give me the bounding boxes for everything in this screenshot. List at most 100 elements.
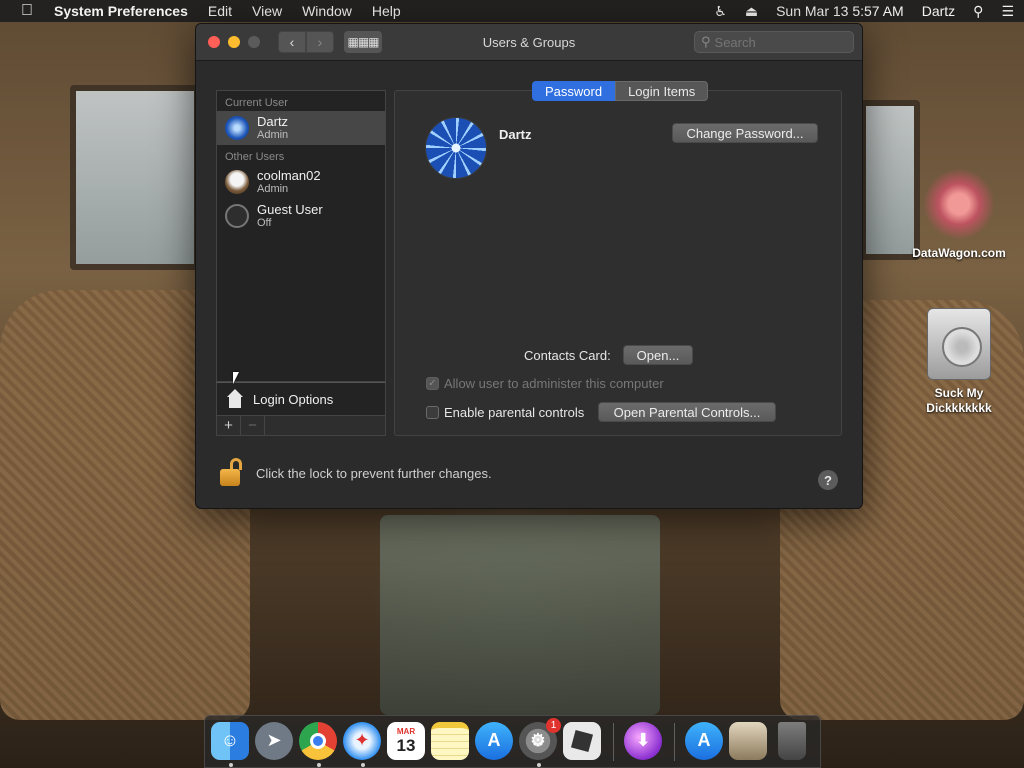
lock-icon[interactable] xyxy=(220,458,242,488)
show-all-grid-button[interactable]: ▦▦▦ xyxy=(344,31,382,53)
users-groups-window: ‹ › ▦▦▦ Users & Groups ⚲ Current User Da… xyxy=(195,23,863,509)
dock-roblox[interactable] xyxy=(563,721,603,762)
user-role: Admin xyxy=(257,182,289,195)
dock-chrome[interactable] xyxy=(299,721,339,767)
chrome-icon xyxy=(299,721,337,760)
allow-admin-checkbox[interactable]: ✓ xyxy=(426,377,439,390)
add-user-button[interactable]: + xyxy=(217,416,241,435)
apple-icon[interactable]:  xyxy=(10,2,44,20)
menu-edit[interactable]: Edit xyxy=(208,3,232,19)
app-store-icon: A xyxy=(685,721,723,760)
open-contacts-button[interactable]: Open... xyxy=(623,345,693,365)
spotlight-icon[interactable]: ⚲ xyxy=(973,3,983,20)
menu-window[interactable]: Window xyxy=(302,3,352,19)
user-row-dartz[interactable]: Dartz Admin xyxy=(217,111,385,145)
calendar-day: 13 xyxy=(396,735,416,755)
mouse-cursor xyxy=(233,372,239,384)
tab-login-items[interactable]: Login Items xyxy=(615,81,709,101)
dock-notes[interactable] xyxy=(431,721,471,762)
title-bar[interactable]: ‹ › ▦▦▦ Users & Groups ⚲ xyxy=(196,24,862,61)
tab-bar: Password Login Items xyxy=(532,81,709,101)
trash-icon xyxy=(778,721,806,760)
login-options-item[interactable]: Login Options xyxy=(216,382,386,416)
document-stack-icon xyxy=(729,721,767,760)
dock-app-store-folder[interactable]: A xyxy=(685,721,725,762)
user-picture[interactable] xyxy=(425,117,487,179)
help-button[interactable]: ? xyxy=(818,470,838,490)
dock-trash[interactable] xyxy=(773,721,813,762)
lock-body xyxy=(220,469,240,486)
dock-documents[interactable] xyxy=(729,721,769,762)
change-password-button[interactable]: Change Password... xyxy=(672,123,818,143)
menu-bar:  System Preferences Edit View Window He… xyxy=(0,0,1024,22)
finder-icon: ☺ xyxy=(211,721,249,760)
notification-badge: 1 xyxy=(546,717,561,733)
dock: ☺ ➤ ✦ MAR 13 A ⚙ 1 ⬇ A xyxy=(204,715,821,768)
user-role: Admin xyxy=(257,128,289,141)
running-indicator xyxy=(229,762,233,767)
lock-status-text: Click the lock to prevent further change… xyxy=(256,465,492,481)
app-store-icon: A xyxy=(475,721,513,760)
current-user-header: Current User xyxy=(225,97,288,109)
dock-launchpad[interactable]: ➤ xyxy=(255,721,295,762)
menu-help[interactable]: Help xyxy=(372,3,401,19)
dock-separator xyxy=(674,722,675,761)
menu-clock[interactable]: Sun Mar 13 5:57 AM xyxy=(776,3,904,19)
calendar-icon: MAR 13 xyxy=(387,721,425,760)
eagle-avatar-icon xyxy=(225,170,249,194)
parental-controls-checkbox[interactable] xyxy=(426,406,439,419)
dock-safari[interactable]: ✦ xyxy=(343,721,383,767)
dock-separator xyxy=(613,722,614,761)
accessibility-icon[interactable]: ♿ xyxy=(714,3,727,20)
menu-view[interactable]: View xyxy=(252,3,282,19)
running-indicator xyxy=(537,762,541,767)
calendar-month: MAR xyxy=(396,726,416,736)
parental-controls-label: Enable parental controls xyxy=(444,405,585,420)
user-row-guest[interactable]: Guest User Off xyxy=(217,199,385,233)
remove-user-button[interactable]: − xyxy=(241,416,265,435)
user-name: Dartz xyxy=(257,113,289,129)
allow-admin-row: ✓ Allow user to administer this computer xyxy=(426,376,664,391)
user-role: Off xyxy=(257,216,272,229)
dock-finder[interactable]: ☺ xyxy=(211,721,251,767)
wallpaper-cockpit-window-left xyxy=(70,85,200,270)
desktop-item-drive[interactable]: Suck My Dickkkkkkk xyxy=(900,308,1018,416)
parental-controls-row: Enable parental controls xyxy=(426,405,584,420)
desktop-item-label: Suck My Dickkkkkkk xyxy=(926,386,992,415)
menu-user[interactable]: Dartz xyxy=(922,3,955,19)
star-logo-icon xyxy=(923,168,995,240)
running-indicator xyxy=(361,762,365,767)
open-parental-controls-button[interactable]: Open Parental Controls... xyxy=(598,402,776,422)
menu-app-name[interactable]: System Preferences xyxy=(54,3,188,19)
snowflake-avatar-icon xyxy=(225,116,249,140)
dock-app-store[interactable]: A xyxy=(475,721,515,762)
notes-icon xyxy=(431,721,469,760)
desktop-item-datawagon[interactable]: DataWagon.com xyxy=(900,168,1018,261)
zoom-button[interactable] xyxy=(248,36,260,48)
search-field[interactable]: ⚲ xyxy=(694,31,854,53)
window-controls xyxy=(208,36,260,48)
compass-icon: ✦ xyxy=(343,721,381,760)
user-name: Guest User xyxy=(257,201,323,217)
selected-user-name: Dartz xyxy=(499,127,532,142)
dock-downloads[interactable]: ⬇ xyxy=(624,721,664,762)
hard-drive-icon xyxy=(927,308,991,380)
login-options-label: Login Options xyxy=(253,391,334,407)
dock-calendar[interactable]: MAR 13 xyxy=(387,721,427,762)
dock-system-preferences[interactable]: ⚙ 1 xyxy=(519,717,561,767)
tab-password[interactable]: Password xyxy=(532,81,616,101)
list-icon[interactable]: ☰ xyxy=(1001,3,1014,20)
back-button[interactable]: ‹ xyxy=(278,31,306,53)
forward-button[interactable]: › xyxy=(306,31,334,53)
close-button[interactable] xyxy=(208,36,220,48)
rocket-icon: ➤ xyxy=(255,721,293,760)
downloads-icon: ⬇ xyxy=(624,721,662,760)
users-list: Current User Dartz Admin Other Users coo… xyxy=(216,90,386,382)
allow-admin-label: Allow user to administer this computer xyxy=(444,376,664,391)
minimize-button[interactable] xyxy=(228,36,240,48)
eject-icon[interactable]: ⏏ xyxy=(745,3,758,20)
running-indicator xyxy=(317,762,321,767)
other-users-header: Other Users xyxy=(225,151,285,163)
search-input[interactable] xyxy=(714,34,835,50)
user-row-coolman02[interactable]: coolman02 Admin xyxy=(217,165,385,199)
